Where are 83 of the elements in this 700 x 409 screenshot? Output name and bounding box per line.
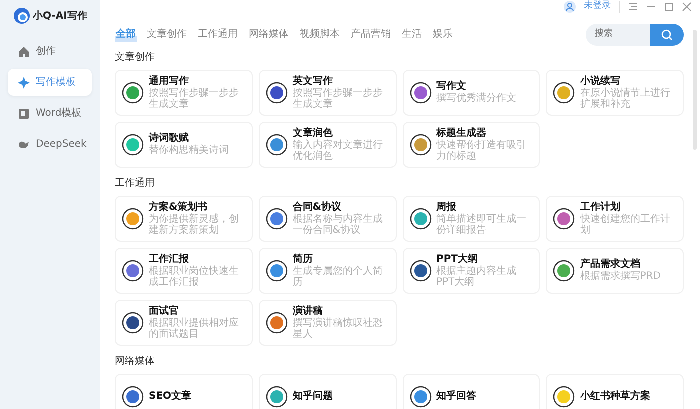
card-description: 生成专属您的个人简历 xyxy=(292,266,384,288)
card-title: PPT大纲 xyxy=(436,254,479,266)
card-description: 撰写优秀满分作文 xyxy=(436,93,516,104)
sidebar-item[interactable]: DeepSeek xyxy=(8,131,92,158)
card-description: 输入内容对文章进行优化润色 xyxy=(292,140,384,162)
card-description: 根据职业岗位快速生成工作汇报 xyxy=(149,266,240,288)
template-card[interactable]: 小红书种草方案 xyxy=(546,374,684,409)
maximize-icon[interactable] xyxy=(664,2,674,12)
card-description: 在原小说情节上进行扩展和补充 xyxy=(580,88,672,110)
card-description: 按照写作步骤一步步生成文章 xyxy=(292,88,384,110)
category-tab[interactable]: 文章创作 xyxy=(146,27,188,42)
section-title: 工作通用 xyxy=(115,176,156,190)
template-card[interactable]: 方案&策划书 为你提供新灵感，创建新方案新策划 xyxy=(115,196,253,242)
card-description: 根据名称与内容生成一份合同&协议 xyxy=(292,214,384,236)
card-title: 诗词歌赋 xyxy=(149,133,190,144)
card-description: 根据需求撰写PRD xyxy=(580,271,661,282)
card-description: 快速创建您的工作计划 xyxy=(580,214,672,236)
template-card[interactable]: SEO文章 xyxy=(115,374,253,409)
menu-icon[interactable] xyxy=(628,2,638,12)
card-title: 通用写作 xyxy=(149,76,190,88)
card-title: SEO文章 xyxy=(149,390,192,402)
document-icon xyxy=(18,108,30,120)
sidebar-item[interactable]: Word模板 xyxy=(8,100,92,127)
card-title: 标题生成器 xyxy=(436,128,488,140)
search-field[interactable]: 搜索 xyxy=(586,24,650,46)
template-card[interactable]: 产品需求文档 根据需求撰写PRD xyxy=(546,248,684,294)
template-card[interactable]: 合同&协议 根据名称与内容生成一份合同&协议 xyxy=(258,196,396,242)
category-tab[interactable]: 工作通用 xyxy=(197,27,239,42)
logo-icon xyxy=(14,8,30,24)
card-description: 根据职业提供相对应的面试题目 xyxy=(149,318,240,340)
close-icon[interactable] xyxy=(682,2,692,12)
card-description: 快速帮你打造有吸引力的标题 xyxy=(436,140,528,162)
template-card[interactable]: 通用写作 按照写作步骤一步步生成文章 xyxy=(115,70,253,116)
card-title: 周报 xyxy=(436,202,458,214)
home-icon xyxy=(18,46,30,58)
template-card[interactable]: 诗词歌赋 替你构思精美诗词 xyxy=(115,122,253,168)
app-title: 小Q-AI写作 xyxy=(33,10,88,24)
template-card[interactable]: 文章润色 输入内容对文章进行优化润色 xyxy=(258,122,396,168)
card-description: 撰写演讲稿惊叹社恐星人 xyxy=(292,318,384,340)
card-title: 面试官 xyxy=(149,306,180,318)
category-tab[interactable]: 娱乐 xyxy=(432,27,454,42)
template-card[interactable]: 面试官 根据职业提供相对应的面试题目 xyxy=(115,300,253,346)
template-card[interactable]: 标题生成器 快速帮你打造有吸引力的标题 xyxy=(402,122,540,168)
category-tab[interactable]: 网络媒体 xyxy=(248,27,290,42)
template-card[interactable]: 小说续写 在原小说情节上进行扩展和补充 xyxy=(546,70,684,116)
sidebar-item[interactable]: 创作 xyxy=(8,38,92,65)
section-title: 文章创作 xyxy=(115,50,156,64)
section-title: 网络媒体 xyxy=(115,354,156,368)
card-description: 根据主题内容生成PPT大纲 xyxy=(436,266,518,288)
card-title: 小说续写 xyxy=(580,76,622,88)
template-card[interactable]: 知乎回答 xyxy=(402,374,540,409)
card-title: 知乎回答 xyxy=(436,390,476,402)
card-description: 简单描述即可生成一份详细报告 xyxy=(436,214,528,236)
template-card[interactable]: 简历 生成专属您的个人简历 xyxy=(258,248,396,294)
card-title: 写作文 xyxy=(436,81,468,92)
template-card[interactable]: 知乎问题 xyxy=(258,374,396,409)
search-button[interactable] xyxy=(650,24,684,46)
template-card[interactable]: 英文写作 按照写作步骤一步步生成文章 xyxy=(258,70,396,116)
template-card[interactable]: 周报 简单描述即可生成一份详细报告 xyxy=(402,196,540,242)
card-title: 文章润色 xyxy=(292,128,334,140)
card-title: 英文写作 xyxy=(292,76,334,88)
category-tab[interactable]: 产品营销 xyxy=(350,27,392,42)
card-description: 为你提供新灵感，创建新方案新策划 xyxy=(149,214,240,236)
template-card[interactable]: 工作计划 快速创建您的工作计划 xyxy=(546,196,684,242)
card-title: 演讲稿 xyxy=(292,306,324,318)
template-card[interactable]: 工作汇报 根据职业岗位快速生成工作汇报 xyxy=(115,248,253,294)
template-card[interactable]: 写作文 撰写优秀满分作文 xyxy=(402,70,540,116)
user-icon xyxy=(564,0,576,13)
card-title: 方案&策划书 xyxy=(149,202,209,214)
card-title: 产品需求文档 xyxy=(580,259,642,270)
card-description: 替你构思精美诗词 xyxy=(149,145,229,156)
category-tab[interactable]: 生活 xyxy=(401,27,423,42)
card-title: 小红书种草方案 xyxy=(580,390,650,402)
template-card[interactable]: 演讲稿 撰写演讲稿惊叹社恐星人 xyxy=(258,300,396,346)
card-title: 简历 xyxy=(292,254,314,266)
card-title: 合同&协议 xyxy=(292,202,342,214)
category-tab[interactable]: 视频脚本 xyxy=(299,27,341,42)
template-card[interactable]: PPT大纲 根据主题内容生成PPT大纲 xyxy=(402,248,540,294)
card-title: 工作计划 xyxy=(580,202,622,214)
search-icon xyxy=(661,28,673,40)
card-title: 工作汇报 xyxy=(149,254,190,266)
card-description: 按照写作步骤一步步生成文章 xyxy=(149,88,240,110)
card-title: 知乎问题 xyxy=(292,390,333,402)
